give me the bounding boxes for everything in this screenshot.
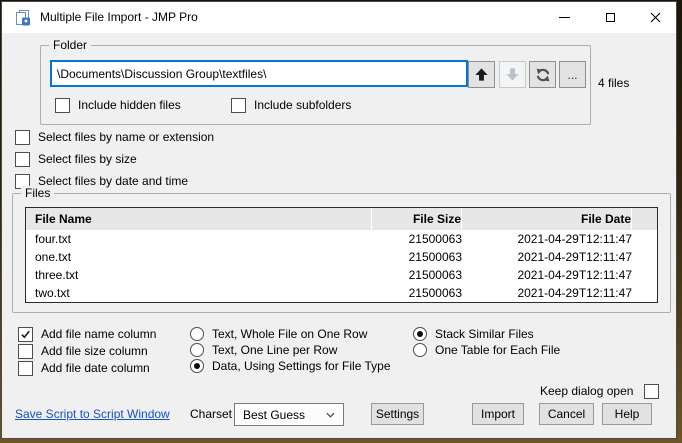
add-file-name-column-label: Add file name column	[41, 327, 157, 341]
checkbox-box[interactable]	[231, 97, 246, 113]
desktop: { "window": { "title": "Multiple File Im…	[0, 0, 682, 443]
close-button[interactable]	[633, 2, 678, 33]
include-hidden-files-label: Include hidden files	[78, 98, 181, 112]
cancel-button[interactable]: Cancel	[539, 403, 594, 425]
minimize-icon	[559, 17, 570, 18]
file-count-label: 4 files	[598, 76, 630, 90]
select-by-date-label: Select files by date and time	[38, 174, 189, 188]
help-button[interactable]: Help	[602, 403, 652, 425]
file-table: File Name File Size File Date four.txt 2…	[25, 207, 658, 303]
help-button-label: Help	[614, 407, 640, 421]
radio-one-table-each-file[interactable]: One Table for Each File	[413, 342, 560, 358]
file-name-cell: four.txt	[35, 232, 72, 246]
multiple-file-import-dialog: Multiple File Import - JMP Pro Folder \D…	[1, 1, 677, 439]
file-date-cell: 2021-04-29T12:11:47	[517, 250, 632, 264]
add-file-size-column-checkbox[interactable]: Add file size column	[18, 343, 148, 359]
select-by-size-checkbox[interactable]: Select files by size	[15, 151, 137, 167]
table-row[interactable]: two.txt 21500063 2021-04-29T12:11:47	[26, 284, 657, 302]
add-file-size-column-label: Add file size column	[41, 344, 148, 358]
checkbox-box[interactable]	[15, 129, 30, 145]
checkbox-box[interactable]	[55, 97, 70, 113]
maximize-icon	[606, 13, 615, 22]
radio-text-whole-file[interactable]: Text, Whole File on One Row	[190, 326, 367, 342]
file-name-cell: two.txt	[35, 286, 70, 300]
add-file-name-column-checkbox[interactable]: Add file name column	[18, 326, 156, 342]
add-file-date-column-label: Add file date column	[41, 361, 150, 375]
radio-text-one-line[interactable]: Text, One Line per Row	[190, 342, 337, 358]
folder-group-label: Folder	[49, 38, 92, 52]
import-button[interactable]: Import	[472, 403, 524, 425]
charset-selected-value: Best Guess	[243, 407, 306, 422]
radio-text-whole-file-label: Text, Whole File on One Row	[212, 327, 368, 341]
checkbox-box[interactable]	[18, 360, 33, 376]
table-row[interactable]: one.txt 21500063 2021-04-29T12:11:47	[26, 248, 657, 266]
arrow-down-icon	[506, 68, 519, 81]
column-header-file-size: File Size	[372, 208, 462, 230]
checkbox-box-checked[interactable]	[18, 326, 33, 342]
save-script-link[interactable]: Save Script to Script Window	[15, 407, 170, 421]
folder-down-button	[499, 61, 526, 88]
select-by-name-checkbox[interactable]: Select files by name or extension	[15, 129, 214, 145]
minimize-button[interactable]	[542, 2, 587, 33]
select-by-size-label: Select files by size	[38, 152, 137, 166]
folder-path-input[interactable]	[50, 60, 468, 87]
radio-text-one-line-label: Text, One Line per Row	[212, 343, 338, 357]
file-size-cell: 21500063	[408, 268, 462, 282]
file-name-cell: one.txt	[35, 250, 72, 264]
refresh-icon	[536, 68, 549, 81]
radio-stack-similar-files-label: Stack Similar Files	[435, 327, 534, 341]
settings-button[interactable]: Settings	[371, 403, 424, 425]
file-size-cell: 21500063	[408, 232, 462, 246]
table-row[interactable]: three.txt 21500063 2021-04-29T12:11:47	[26, 266, 657, 284]
table-row[interactable]: four.txt 21500063 2021-04-29T12:11:47	[26, 230, 657, 248]
window-title: Multiple File Import - JMP Pro	[40, 10, 198, 24]
import-button-label: Import	[480, 407, 515, 421]
file-name-cell: three.txt	[35, 268, 79, 282]
refresh-button[interactable]	[529, 61, 556, 88]
column-header-file-name: File Name	[26, 208, 372, 230]
column-header-file-date: File Date	[462, 208, 632, 230]
radio-data-settings[interactable]: Data, Using Settings for File Type	[190, 358, 391, 374]
select-by-name-label: Select files by name or extension	[38, 130, 215, 144]
checkbox-box[interactable]	[15, 151, 30, 167]
close-icon	[650, 12, 661, 23]
include-hidden-files-checkbox[interactable]: Include hidden files	[55, 97, 181, 113]
jmp-import-icon	[16, 10, 30, 26]
checkbox-box[interactable]	[18, 343, 33, 359]
radio-circle-selected[interactable]	[413, 327, 427, 341]
settings-button-label: Settings	[375, 407, 420, 421]
check-icon	[21, 330, 30, 338]
arrow-up-icon	[475, 68, 488, 81]
file-date-cell: 2021-04-29T12:11:47	[517, 268, 632, 282]
folder-up-button[interactable]	[468, 61, 495, 88]
maximize-button[interactable]	[588, 2, 633, 33]
radio-circle[interactable]	[190, 327, 204, 341]
charset-label: Charset	[190, 407, 233, 421]
radio-one-table-each-file-label: One Table for Each File	[435, 343, 561, 357]
file-table-header: File Name File Size File Date	[26, 208, 657, 230]
radio-data-settings-label: Data, Using Settings for File Type	[212, 359, 391, 373]
radio-circle[interactable]	[190, 343, 204, 357]
radio-circle-selected[interactable]	[190, 359, 204, 373]
include-subfolders-checkbox[interactable]: Include subfolders	[231, 97, 351, 113]
browse-button[interactable]: ...	[559, 61, 586, 88]
checkbox-box[interactable]	[644, 383, 660, 399]
include-subfolders-label: Include subfolders	[254, 98, 352, 112]
add-file-date-column-checkbox[interactable]: Add file date column	[18, 360, 150, 376]
keep-dialog-open-checkbox[interactable]: Keep dialog open	[540, 383, 660, 399]
charset-dropdown[interactable]: Best Guess	[234, 403, 344, 426]
files-group-label: Files	[21, 186, 55, 200]
browse-button-label: ...	[567, 67, 578, 82]
chevron-down-icon	[326, 412, 335, 418]
radio-stack-similar-files[interactable]: Stack Similar Files	[413, 326, 534, 342]
file-size-cell: 21500063	[408, 250, 462, 264]
column-header-spacer	[632, 208, 657, 230]
radio-circle[interactable]	[413, 343, 427, 357]
keep-dialog-open-label: Keep dialog open	[540, 384, 634, 398]
file-date-cell: 2021-04-29T12:11:47	[517, 232, 632, 246]
title-bar: Multiple File Import - JMP Pro	[2, 2, 676, 33]
file-size-cell: 21500063	[408, 286, 462, 300]
cancel-button-label: Cancel	[547, 407, 586, 421]
file-date-cell: 2021-04-29T12:11:47	[517, 286, 632, 300]
